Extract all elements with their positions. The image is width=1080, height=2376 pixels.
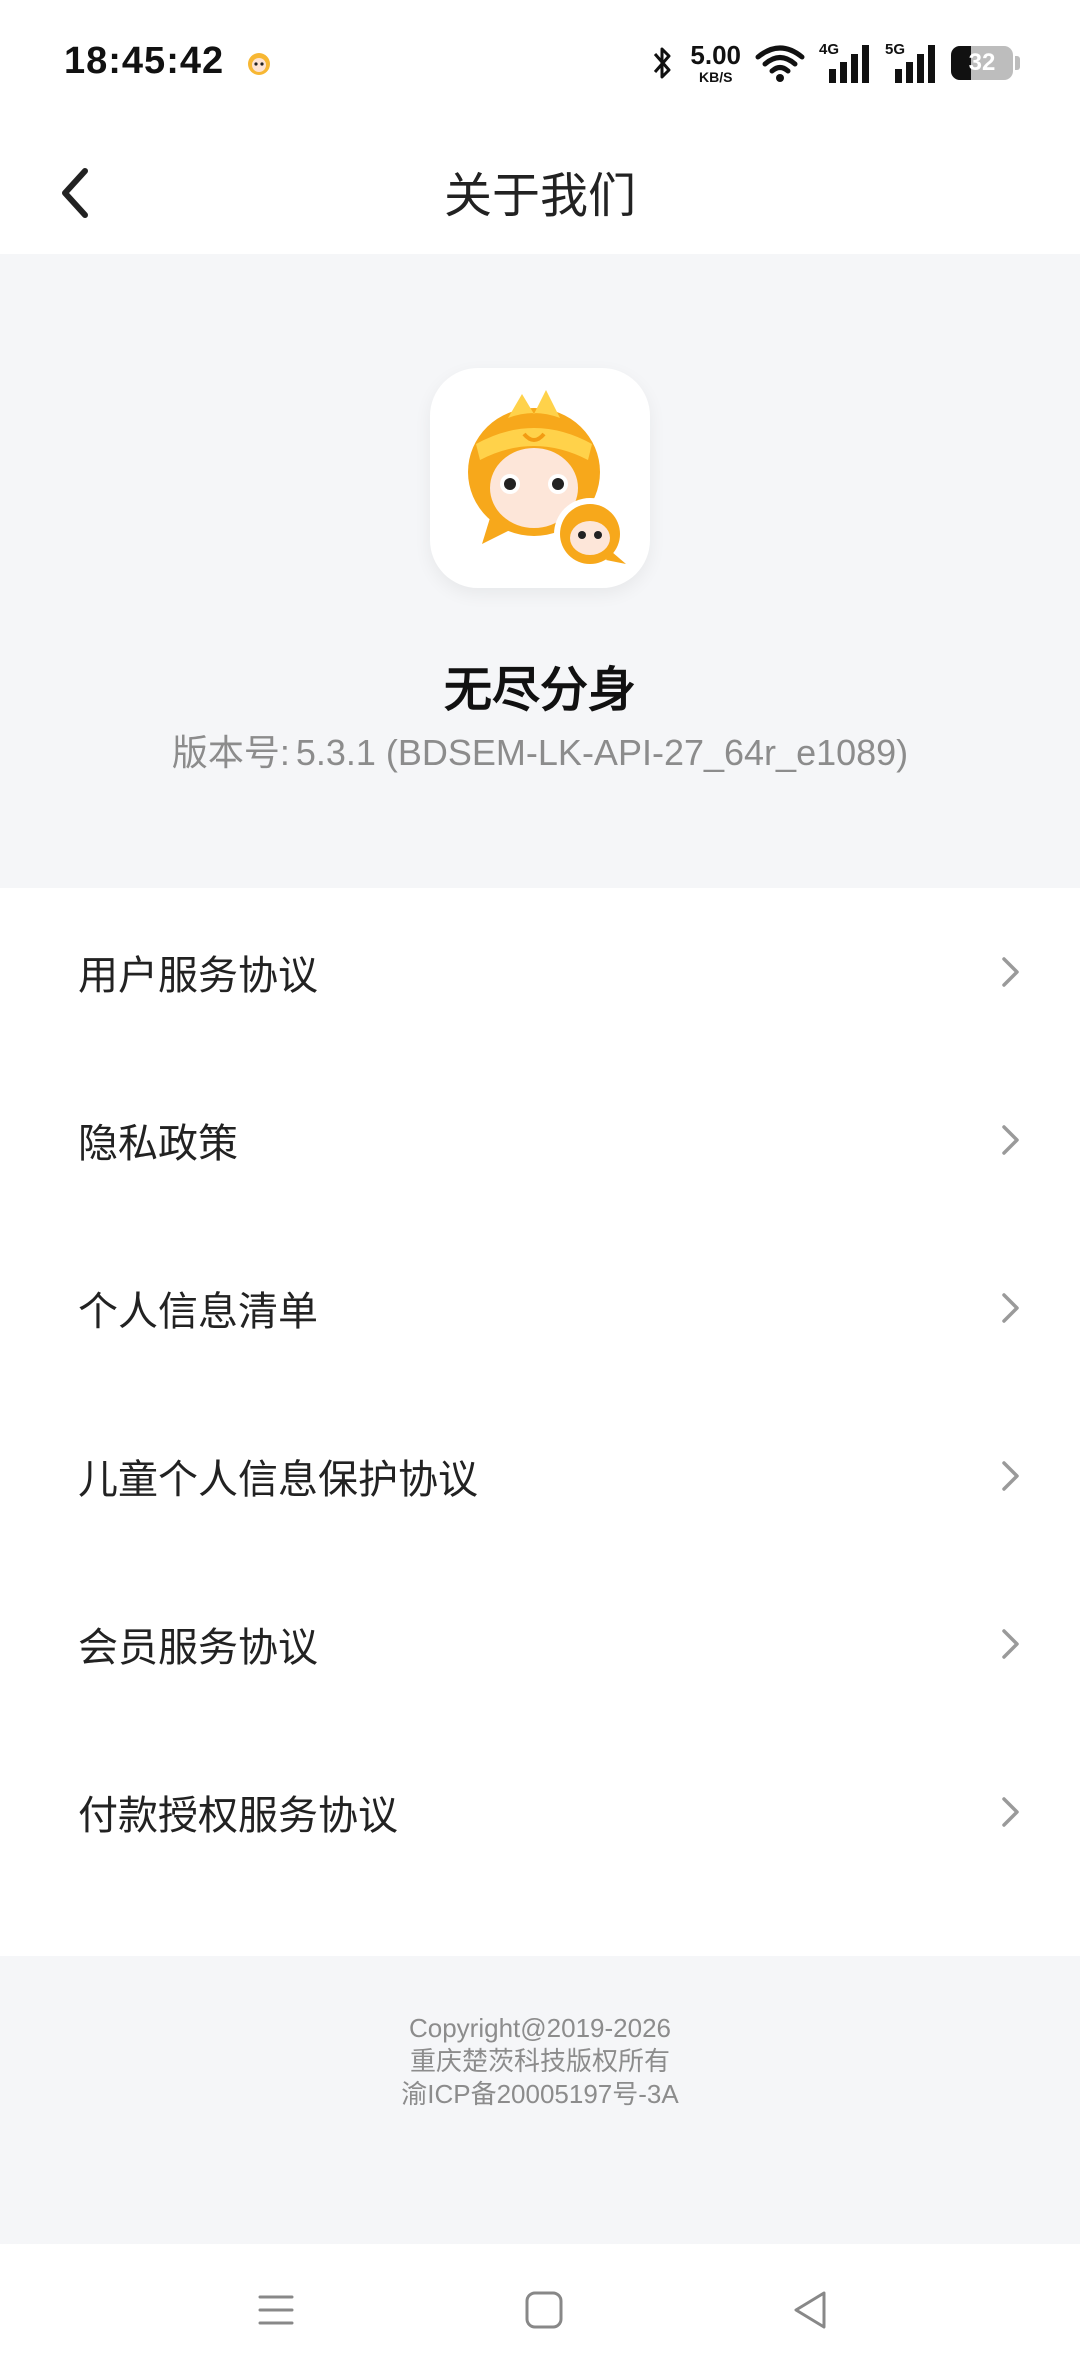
app-notification-icon (248, 53, 270, 75)
signal-5g-icon: 5G (885, 41, 937, 85)
network-speed-value: 5.00 (690, 40, 741, 70)
app-version: 版本号: 5.3.1 (BDSEM-LK-API-27_64r_e1089) (0, 724, 1080, 776)
home-button[interactable] (510, 2276, 578, 2344)
chevron-right-icon (1002, 1461, 1019, 1491)
footer: Copyright@2019-2026 重庆楚茨科技版权所有 渝ICP备2000… (0, 1956, 1080, 2244)
page-title: 关于我们 (443, 170, 636, 223)
footer-text: Copyright@2019-2026 重庆楚茨科技版权所有 渝ICP备2000… (0, 2012, 1080, 2111)
app-logo (430, 368, 650, 588)
chevron-right-icon (1002, 1293, 1019, 1323)
chevron-right-icon (1002, 1125, 1019, 1155)
top-app-bar: 关于我们 (0, 128, 1080, 254)
menu-item-label: 儿童个人信息保护协议 (78, 1458, 478, 1502)
wifi-icon (755, 45, 805, 82)
status-indicators: 5.00 KB/S 4G 5G 32 (650, 38, 1020, 88)
menu-item-label: 会员服务协议 (78, 1626, 318, 1670)
menu-item-label: 隐私政策 (78, 1122, 238, 1166)
home-icon (525, 2291, 563, 2329)
battery-icon: 32 (951, 46, 1013, 80)
chevron-right-icon (1002, 1629, 1019, 1659)
menu-item-user-service-agreement[interactable]: 用户服务协议 (0, 888, 1080, 1056)
app-name: 无尽分身 (443, 664, 636, 717)
menu-item-payment-authorization[interactable]: 付款授权服务协议 (0, 1728, 1080, 1896)
app-version-value: 5.3.1 (BDSEM-LK-API-27_64r_e1089) (295, 732, 909, 773)
menu-item-personal-info-list[interactable]: 个人信息清单 (0, 1224, 1080, 1392)
status-bar: 18:45:42 5.00 KB/S 4G 5G 32 (0, 0, 1080, 128)
company-text: 重庆楚茨科技版权所有 (409, 2046, 670, 2076)
menu-item-children-privacy[interactable]: 儿童个人信息保护协议 (0, 1392, 1080, 1560)
status-time: 18:45:42 (64, 40, 225, 82)
menu-item-membership-agreement[interactable]: 会员服务协议 (0, 1560, 1080, 1728)
network-speed-unit: KB/S (698, 69, 733, 85)
copyright-text: Copyright@2019-2026 (408, 2013, 671, 2043)
menu-item-label: 付款授权服务协议 (78, 1794, 398, 1838)
app-info-section: 无尽分身 版本号: 5.3.1 (BDSEM-LK-API-27_64r_e108… (0, 254, 1080, 888)
icp-text: 渝ICP备20005197号-3A (401, 2079, 679, 2109)
menu-item-label: 个人信息清单 (78, 1290, 318, 1334)
chevron-right-icon (1002, 1797, 1019, 1827)
menu-item-privacy-policy[interactable]: 隐私政策 (0, 1056, 1080, 1224)
signal-4g-icon: 4G (819, 41, 871, 85)
bluetooth-icon (654, 47, 671, 79)
battery-level: 32 (968, 49, 996, 76)
back-triangle-icon (794, 2291, 826, 2329)
recent-apps-button[interactable] (242, 2276, 310, 2344)
menu-item-label: 用户服务协议 (78, 954, 318, 998)
system-navigation-bar (0, 2244, 1080, 2376)
app-version-label: 版本号: (171, 732, 290, 773)
agreement-list: 用户服务协议 隐私政策 个人信息清单 儿童个人信息保护协议 会员服务协议 付款授… (0, 888, 1080, 1896)
system-back-button[interactable] (776, 2276, 844, 2344)
chevron-right-icon (1002, 957, 1019, 987)
app-logo-icon (468, 390, 626, 570)
menu-icon (258, 2295, 294, 2325)
battery-tip (1015, 56, 1020, 70)
network-speed: 5.00 KB/S (690, 42, 741, 84)
